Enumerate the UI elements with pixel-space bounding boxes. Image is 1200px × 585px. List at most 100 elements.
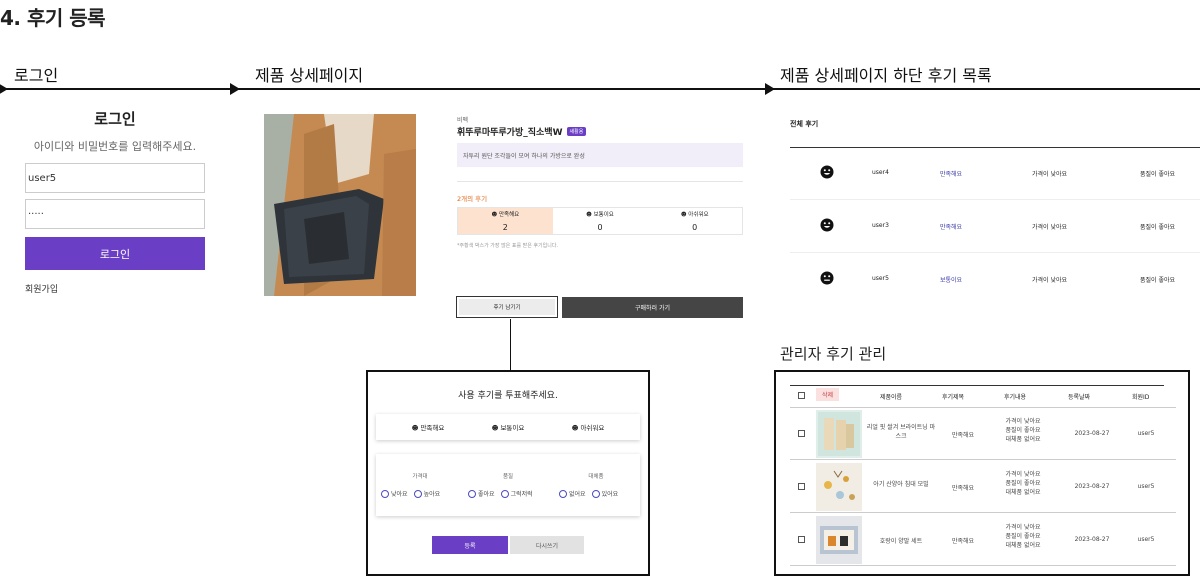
option-label: 만족해요: [420, 424, 445, 432]
reset-button[interactable]: 다시쓰기: [510, 536, 584, 554]
review-row: user3 만족해요 가격이 낮아요 품질이 좋아요: [790, 201, 1200, 253]
product-description: 자투리 원단 조각들이 모여 하나의 가방으로 완성: [457, 143, 743, 167]
upcycle-badge: 새활용: [566, 127, 587, 136]
radio-substitute-exists[interactable]: 있어요: [591, 489, 618, 498]
all-reviews-header: 전체 후기: [790, 120, 819, 128]
admin-title: 관리자 후기 관리: [780, 345, 887, 363]
column-price: 가격대: [412, 474, 428, 480]
review-row: user4 만족해요 가격이 낮아요 품질이 좋아요: [790, 148, 1200, 200]
product-thumbnail: [816, 463, 862, 511]
review-user: user3: [872, 222, 889, 229]
neutral-face-icon: ☻: [586, 212, 592, 218]
password-input[interactable]: ·····: [25, 199, 205, 229]
submit-button[interactable]: 등록: [432, 536, 508, 554]
vote-summary: ☻ 만족해요 2 ☻ 보통이요 0 ☻ 아쉬워요 0: [457, 207, 743, 235]
write-review-label: 후기 남기기: [459, 299, 555, 315]
review-price: 가격이 낮아요: [1032, 171, 1068, 178]
row-title: 만족해요: [951, 432, 975, 439]
price-radios: 낮아요 높아요: [381, 489, 440, 498]
vote-cell-satisfied: ☻ 만족해요 2: [458, 208, 553, 234]
divider: [457, 181, 743, 182]
storyboard-page: 4. 후기 등록 로그인 제품 상세페이지 제품 상세페이지 하단 후기 목록 …: [0, 0, 1200, 585]
row-checkbox[interactable]: [798, 536, 805, 543]
row-user: user5: [1137, 536, 1155, 543]
row-date: 2023-08-27: [1074, 536, 1110, 543]
radio-label: 그럭저럭: [510, 491, 533, 498]
radio-quality-soso[interactable]: 그럭저럭: [500, 489, 533, 498]
review-rating: 만족해요: [940, 224, 963, 231]
content-line: 가격이 낮아요: [1005, 471, 1041, 478]
product-image: [264, 114, 416, 296]
row-product: 호랑이 양말 세트: [879, 538, 923, 545]
content-line: 품질이 좋아요: [1005, 533, 1041, 540]
option-satisfied[interactable]: ☻ 만족해요: [412, 422, 445, 432]
radio-label: 낮아요: [391, 491, 408, 498]
flow-line: [0, 88, 1200, 90]
row-content: 가격이 낮아요 품질이 좋아요 대체품 없어요: [990, 470, 1056, 497]
username-input[interactable]: user5: [25, 163, 205, 193]
radio-label: 좋아요: [478, 491, 495, 498]
review-quality: 품질이 좋아요: [1140, 171, 1176, 178]
row-product: 리얼 핏 쌀겨 브라이트닝 마스크: [866, 424, 936, 440]
header-content: 후기내용: [1004, 394, 1027, 401]
radio-quality-good[interactable]: 좋아요: [468, 489, 495, 498]
radio-price-high[interactable]: 높아요: [413, 489, 440, 498]
signup-link[interactable]: 회원가입: [25, 282, 58, 295]
radio-label: 없어요: [569, 491, 586, 498]
step-label-login: 로그인: [14, 66, 59, 85]
review-rating: 만족해요: [940, 171, 963, 178]
vote-cell-disappointed: ☻ 아쉬워요 0: [647, 208, 742, 234]
delete-button[interactable]: 삭제: [816, 388, 839, 401]
vote-label: 아쉬워요: [688, 212, 709, 218]
login-subtitle: 아이디와 비밀번호를 입력해주세요.: [33, 140, 197, 153]
review-count: 2개의 후기: [457, 195, 488, 203]
product-name: 휘뚜루마뚜루가방_직소백W: [457, 128, 563, 138]
neutral-face-icon: [820, 271, 834, 287]
divider: [790, 385, 1164, 386]
login-button[interactable]: 로그인: [25, 237, 205, 270]
review-quality: 품질이 좋아요: [1140, 224, 1176, 231]
table-row: 리얼 핏 쌀겨 브라이트닝 마스크 만족해요 가격이 낮아요 품질이 좋아요 대…: [790, 408, 1176, 460]
row-title: 만족해요: [951, 485, 975, 492]
vote-count: 0: [692, 223, 698, 232]
content-line: 품질이 좋아요: [1005, 427, 1041, 434]
review-price: 가격이 낮아요: [1032, 277, 1068, 284]
happy-face-icon: [820, 218, 834, 234]
radio-price-low[interactable]: 낮아요: [381, 489, 408, 498]
option-neutral[interactable]: ☻ 보통이요: [492, 422, 525, 432]
row-user: user5: [1137, 483, 1155, 490]
table-row: 호랑이 양말 세트 만족해요 가격이 낮아요 품질이 좋아요 대체품 없어요 2…: [790, 514, 1176, 566]
content-line: 가격이 낮아요: [1005, 418, 1041, 425]
select-all-checkbox[interactable]: [798, 392, 805, 399]
review-modal: 사용 후기를 투표해주세요. ☻ 만족해요 ☻ 보통이요 ☻ 아쉬워요 가격대 …: [366, 370, 650, 576]
step-label-detail: 제품 상세페이지: [255, 66, 364, 85]
content-line: 대체품 없어요: [1005, 542, 1041, 549]
row-checkbox[interactable]: [798, 430, 805, 437]
review-user: user5: [872, 275, 889, 282]
detail-card: 가격대 품질 대체품 낮아요 높아요 좋아요 그럭저럭 없어요 있어요: [376, 454, 640, 516]
header-date: 등록날짜: [1068, 394, 1091, 401]
buy-button[interactable]: 구매하러 가기: [562, 297, 743, 318]
vote-label: 보통이요: [593, 212, 614, 218]
login-title: 로그인: [94, 110, 136, 128]
row-title: 만족해요: [951, 538, 975, 545]
happy-face-icon: [820, 165, 834, 181]
step-label-reviews: 제품 상세페이지 하단 후기 목록: [780, 66, 992, 85]
vote-options: ☻ 만족해요 ☻ 보통이요 ☻ 아쉬워요: [376, 414, 640, 440]
brand-name: 비펙: [457, 117, 469, 124]
product-thumbnail: [816, 410, 862, 458]
vote-note: *주황색 박스가 가장 많은 표를 받은 후기입니다.: [457, 243, 559, 249]
radio-substitute-none[interactable]: 없어요: [559, 489, 586, 498]
option-disappointed[interactable]: ☻ 아쉬워요: [572, 422, 605, 432]
vote-label: 만족해요: [498, 212, 520, 218]
content-line: 대체품 없어요: [1005, 436, 1041, 443]
review-price: 가격이 낮아요: [1032, 224, 1068, 231]
write-review-button[interactable]: 후기 남기기: [456, 296, 558, 318]
connector-line: [510, 319, 511, 371]
vote-cell-neutral: ☻ 보통이요 0: [553, 208, 648, 234]
quality-radios: 좋아요 그럭저럭: [468, 489, 533, 498]
substitute-radios: 없어요 있어요: [559, 489, 618, 498]
section-title: 4. 후기 등록: [0, 6, 106, 30]
review-row: user5 보통이요 가격이 낮아요 품질이 좋아요: [790, 254, 1200, 306]
row-checkbox[interactable]: [798, 483, 805, 490]
